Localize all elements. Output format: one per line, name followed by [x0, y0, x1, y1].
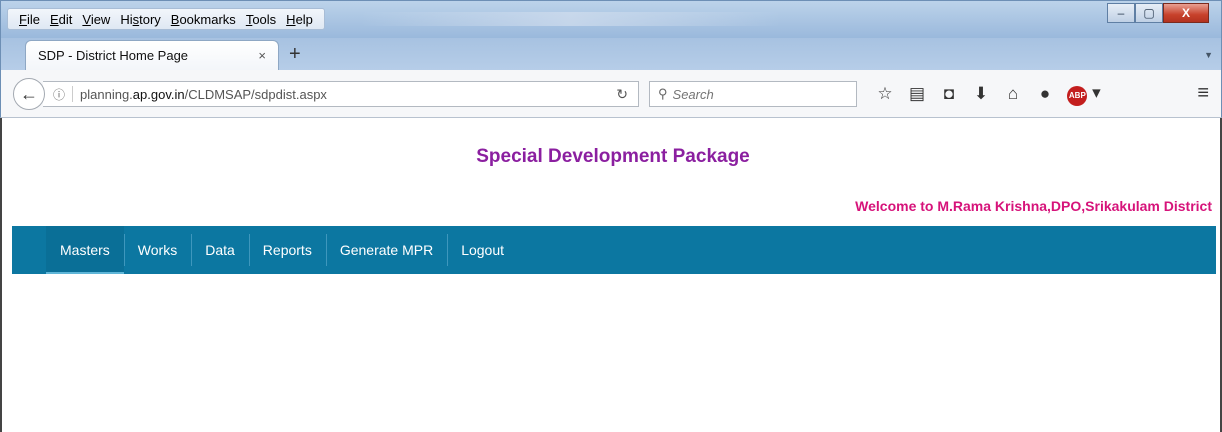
menu-tools[interactable]: Tools — [241, 12, 281, 27]
minimize-button[interactable]: – — [1107, 3, 1135, 23]
chat-icon[interactable]: ● — [1029, 84, 1061, 104]
url-path: /CLDMSAP/sdpdist.aspx — [184, 86, 327, 102]
new-tab-button[interactable]: + — [289, 44, 301, 64]
maximize-button[interactable]: ▢ — [1135, 3, 1163, 23]
close-window-button[interactable]: X — [1163, 3, 1209, 23]
url-separator — [72, 86, 74, 102]
nav-reports[interactable]: Reports — [248, 226, 326, 274]
url-prefix: planning. — [80, 86, 133, 102]
nav-data[interactable]: Data — [191, 226, 249, 274]
menu-view[interactable]: View — [77, 12, 115, 27]
site-info-icon[interactable]: ⓘ — [53, 86, 65, 103]
navigation-toolbar: ⓘ planning.ap.gov.in/CLDMSAP/sdpdist.asp… — [0, 70, 1222, 118]
nav-works[interactable]: Works — [123, 226, 191, 274]
home-icon[interactable]: ⌂ — [997, 84, 1029, 104]
toolbar-icons: ☆ ▤ ◘ ⬇ ⌂ ● ABP ▾ — [869, 80, 1107, 108]
reading-list-icon[interactable]: ▤ — [901, 84, 933, 104]
nav-logout[interactable]: Logout — [447, 226, 518, 274]
abp-badge: ABP — [1067, 85, 1088, 106]
nav-masters[interactable]: Masters — [46, 226, 124, 274]
search-input[interactable] — [672, 86, 843, 102]
tab-list-chevron-icon[interactable]: ▼ — [1204, 50, 1213, 60]
url-bar[interactable]: ⓘ planning.ap.gov.in/CLDMSAP/sdpdist.asp… — [43, 81, 639, 107]
back-button[interactable]: ← — [13, 78, 45, 110]
main-navigation: Masters Works Data Reports Generate MPR … — [12, 226, 1216, 274]
welcome-message: Welcome to M.Rama Krishna,DPO,Srikakulam… — [855, 198, 1212, 214]
url-host: ap.gov.in — [132, 86, 185, 102]
page-title: Special Development Package — [476, 146, 750, 167]
adblock-icon[interactable]: ABP ▾ — [1061, 83, 1107, 106]
nav-generate-mpr[interactable]: Generate MPR — [325, 226, 447, 274]
back-arrow-icon: ← — [20, 83, 38, 104]
menu-bookmarks[interactable]: Bookmarks — [166, 12, 241, 27]
pocket-icon[interactable]: ◘ — [933, 84, 965, 104]
download-icon[interactable]: ⬇ — [965, 84, 997, 104]
tab-strip: SDP - District Home Page × + ▼ — [0, 38, 1222, 70]
menu-file[interactable]: File — [14, 12, 45, 27]
reload-icon[interactable]: ↻ — [616, 86, 628, 103]
menu-history[interactable]: History — [115, 12, 165, 27]
search-bar[interactable]: ⚲ — [649, 81, 857, 107]
menu-icon[interactable]: ≡ — [1197, 82, 1209, 105]
search-icon: ⚲ — [658, 86, 668, 101]
close-tab-icon[interactable]: × — [258, 48, 266, 63]
window-controls: – ▢ X — [1107, 3, 1209, 23]
menu-bar: File Edit View History Bookmarks Tools H… — [7, 8, 325, 30]
menu-edit[interactable]: Edit — [45, 12, 77, 27]
tab-title: SDP - District Home Page — [38, 48, 189, 63]
menu-help[interactable]: Help — [281, 12, 318, 27]
page-content: Special Development Package Welcome to M… — [0, 118, 1222, 432]
window-titlebar: File Edit View History Bookmarks Tools H… — [0, 0, 1222, 38]
star-icon[interactable]: ☆ — [869, 84, 901, 104]
tab-sdp-home[interactable]: SDP - District Home Page × — [25, 40, 279, 70]
url-text[interactable]: planning.ap.gov.in/CLDMSAP/sdpdist.aspx — [80, 87, 327, 102]
window-title-blurred — [361, 12, 781, 26]
